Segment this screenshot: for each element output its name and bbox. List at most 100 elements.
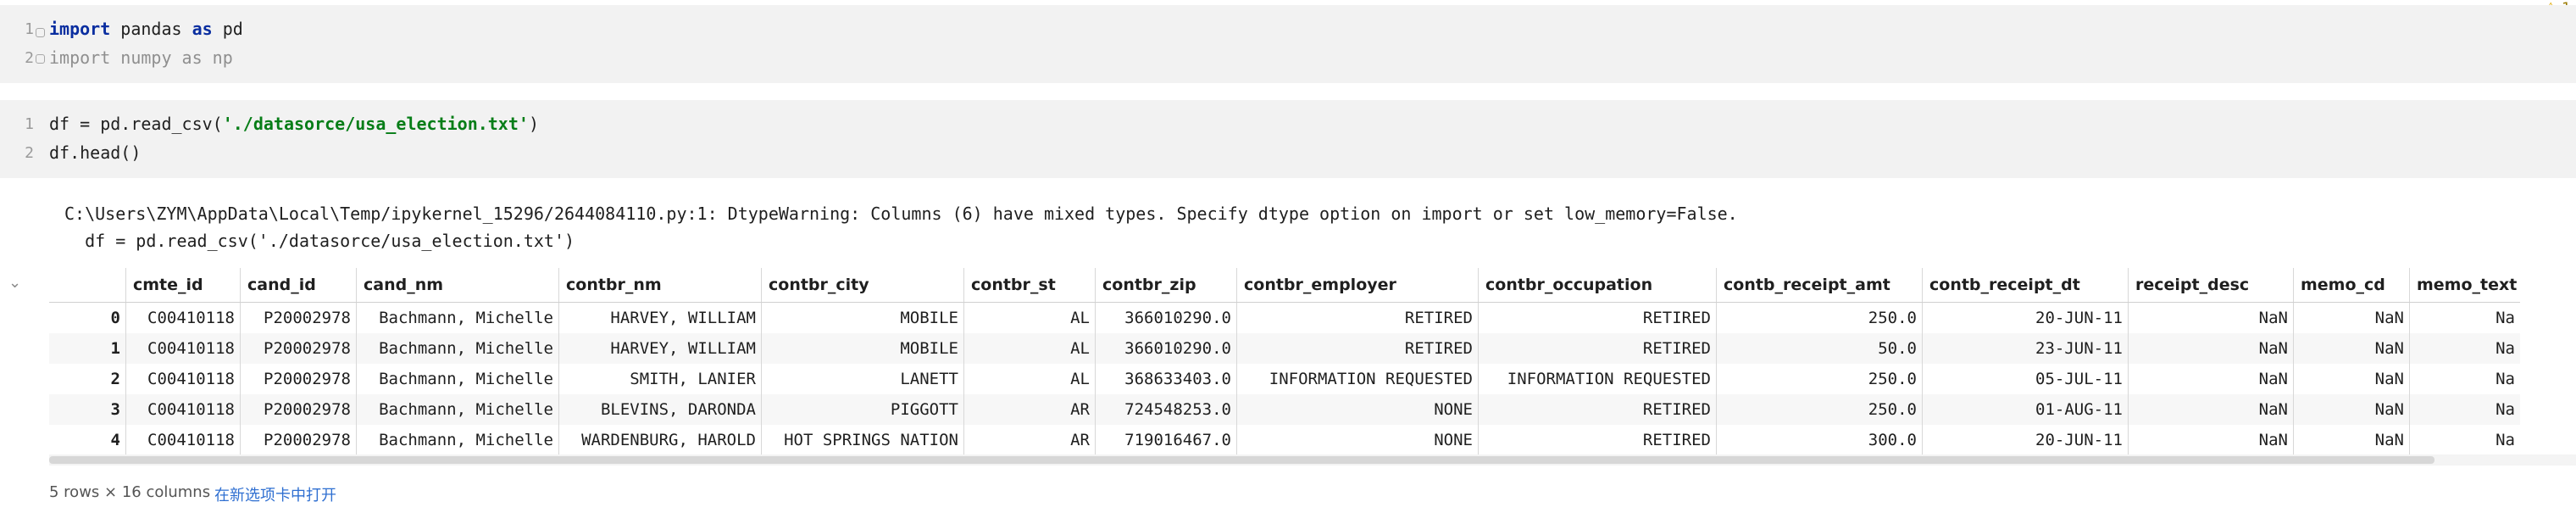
table-cell-memo-cd: NaN bbox=[2293, 302, 2410, 333]
open-in-new-tab-link[interactable]: 在新选项卡中打开 bbox=[214, 483, 336, 505]
table-cell-memo-cd: NaN bbox=[2293, 364, 2410, 394]
table-header-row: cmte_id cand_id cand_nm contbr_nm contbr_cit… bbox=[49, 268, 2520, 303]
table-cell-cand-nm: Bachmann, Michelle bbox=[356, 333, 559, 364]
table-cell-memo-text: Na bbox=[2409, 333, 2520, 364]
table-cell-contb-receipt-dt: 20-JUN-11 bbox=[1922, 302, 2129, 333]
table-cell-contbr-nm: WARDENBURG, HAROLD bbox=[558, 425, 762, 455]
table-row[interactable]: 0 C00410118 P20002978 Bachmann, Michelle HAR… bbox=[49, 302, 2520, 333]
table-cell-contbr-nm: BLEVINS, DARONDA bbox=[558, 394, 762, 425]
row-index-cell: 2 bbox=[49, 364, 126, 394]
column-header-cand-nm[interactable]: cand_nm bbox=[356, 268, 559, 303]
table-cell-receipt-desc: NaN bbox=[2128, 425, 2294, 455]
column-header-contb-receipt-dt[interactable]: contb_receipt_dt bbox=[1922, 268, 2129, 303]
column-header-receipt-desc[interactable]: receipt_desc bbox=[2128, 268, 2294, 303]
column-header-contbr-st[interactable]: contbr_st bbox=[963, 268, 1096, 303]
table-cell-contbr-occupation: INFORMATION REQUESTED bbox=[1478, 364, 1717, 394]
table-cell-contbr-employer: RETIRED bbox=[1236, 333, 1479, 364]
code-line-read-csv[interactable]: df = pd.read_csv('./datasorce/usa_electi… bbox=[49, 114, 539, 134]
fold-marker-icon[interactable] bbox=[36, 54, 45, 64]
table-cell-receipt-desc: NaN bbox=[2128, 302, 2294, 333]
column-header-contb-receipt-amt[interactable]: contb_receipt_amt bbox=[1716, 268, 1923, 303]
table-cell-cand-id: P20002978 bbox=[240, 425, 357, 455]
column-header-memo-cd[interactable]: memo_cd bbox=[2293, 268, 2410, 303]
code-line-import-pandas[interactable]: import pandas as pd bbox=[49, 19, 243, 39]
table-cell-contb-receipt-dt: 01-AUG-11 bbox=[1922, 394, 2129, 425]
column-header-contbr-occupation[interactable]: contbr_occupation bbox=[1478, 268, 1717, 303]
column-header-memo-text[interactable]: memo_text bbox=[2409, 268, 2520, 303]
table-cell-contbr-city: LANETT bbox=[761, 364, 964, 394]
table-cell-contb-receipt-amt: 50.0 bbox=[1716, 333, 1923, 364]
table-cell-receipt-desc: NaN bbox=[2128, 333, 2294, 364]
table-cell-memo-text: Na bbox=[2409, 394, 2520, 425]
horizontal-scrollbar-thumb[interactable] bbox=[49, 456, 2434, 464]
column-header-contbr-employer[interactable]: contbr_employer bbox=[1236, 268, 1479, 303]
table-cell-memo-cd: NaN bbox=[2293, 333, 2410, 364]
table-row[interactable]: 1 C00410118 P20002978 Bachmann, Michelle HAR… bbox=[49, 333, 2520, 364]
column-header-cmte-id[interactable]: cmte_id bbox=[125, 268, 241, 303]
table-cell-contbr-city: PIGGOTT bbox=[761, 394, 964, 425]
table-cell-cand-nm: Bachmann, Michelle bbox=[356, 394, 559, 425]
row-index-cell: 1 bbox=[49, 333, 126, 364]
dataframe-table[interactable]: cmte_id cand_id cand_nm contbr_nm contbr_cit… bbox=[49, 268, 2520, 455]
code-line-import-numpy[interactable]: import numpy as np bbox=[49, 47, 233, 68]
table-cell-cmte-id: C00410118 bbox=[125, 425, 241, 455]
output-collapse-chevron-icon[interactable]: ⌄ bbox=[8, 274, 21, 292]
table-cell-contbr-st: AR bbox=[963, 425, 1096, 455]
code-cell-read-csv[interactable]: 1 2 df = pd.read_csv('./datasorce/usa_el… bbox=[0, 100, 2576, 178]
line-number: 1 bbox=[25, 115, 34, 133]
table-cell-memo-text: Na bbox=[2409, 364, 2520, 394]
code-cell-imports[interactable]: 1 2 import pandas as pd import numpy as … bbox=[0, 5, 2576, 83]
table-shape-info: 5 rows × 16 columns bbox=[49, 483, 211, 501]
table-cell-contbr-city: MOBILE bbox=[761, 302, 964, 333]
dtype-warning-source-line: df = pd.read_csv('./datasorce/usa_electi… bbox=[64, 231, 575, 251]
table-cell-cmte-id: C00410118 bbox=[125, 364, 241, 394]
table-row[interactable]: 2 C00410118 P20002978 Bachmann, Michelle SMI… bbox=[49, 364, 2520, 394]
table-cell-contbr-nm: SMITH, LANIER bbox=[558, 364, 762, 394]
table-row[interactable]: 4 C00410118 P20002978 Bachmann, Michelle WAR… bbox=[49, 425, 2520, 455]
table-cell-contb-receipt-amt: 250.0 bbox=[1716, 394, 1923, 425]
table-cell-contbr-st: AL bbox=[963, 364, 1096, 394]
table-cell-contbr-employer: NONE bbox=[1236, 425, 1479, 455]
table-cell-cmte-id: C00410118 bbox=[125, 302, 241, 333]
fold-marker-icon[interactable] bbox=[36, 28, 45, 37]
line-number: 2 bbox=[25, 49, 34, 67]
line-number: 2 bbox=[25, 144, 34, 162]
code-line-df-head[interactable]: df.head() bbox=[49, 142, 141, 163]
table-cell-cmte-id: C00410118 bbox=[125, 333, 241, 364]
table-cell-contbr-employer: NONE bbox=[1236, 394, 1479, 425]
table-cell-cand-nm: Bachmann, Michelle bbox=[356, 425, 559, 455]
table-cell-contbr-st: AL bbox=[963, 333, 1096, 364]
column-header-contbr-nm[interactable]: contbr_nm bbox=[558, 268, 762, 303]
table-cell-contbr-city: MOBILE bbox=[761, 333, 964, 364]
column-header-contbr-city[interactable]: contbr_city bbox=[761, 268, 964, 303]
table-cell-contbr-st: AL bbox=[963, 302, 1096, 333]
table-cell-contb-receipt-dt: 23-JUN-11 bbox=[1922, 333, 2129, 364]
table-cell-contbr-st: AR bbox=[963, 394, 1096, 425]
table-cell-cand-id: P20002978 bbox=[240, 394, 357, 425]
table-cell-contbr-occupation: RETIRED bbox=[1478, 333, 1717, 364]
table-row[interactable]: 3 C00410118 P20002978 Bachmann, Michelle BLE… bbox=[49, 394, 2520, 425]
column-header-cand-id[interactable]: cand_id bbox=[240, 268, 357, 303]
table-cell-contbr-occupation: RETIRED bbox=[1478, 394, 1717, 425]
dtype-warning-text: C:\Users\ZYM\AppData\Local\Temp/ipykerne… bbox=[64, 204, 1738, 224]
table-cell-cand-nm: Bachmann, Michelle bbox=[356, 302, 559, 333]
table-cell-contb-receipt-dt: 20-JUN-11 bbox=[1922, 425, 2129, 455]
table-cell-contbr-employer: INFORMATION REQUESTED bbox=[1236, 364, 1479, 394]
column-header-contbr-zip[interactable]: contbr_zip bbox=[1095, 268, 1237, 303]
index-header[interactable] bbox=[49, 268, 126, 303]
table-cell-contb-receipt-amt: 250.0 bbox=[1716, 302, 1923, 333]
table-cell-cand-id: P20002978 bbox=[240, 333, 357, 364]
table-cell-memo-text: Na bbox=[2409, 425, 2520, 455]
table-cell-contb-receipt-amt: 250.0 bbox=[1716, 364, 1923, 394]
table-cell-memo-text: Na bbox=[2409, 302, 2520, 333]
table-cell-contbr-zip: 366010290.0 bbox=[1095, 302, 1237, 333]
table-cell-contbr-nm: HARVEY, WILLIAM bbox=[558, 302, 762, 333]
table-cell-contbr-nm: HARVEY, WILLIAM bbox=[558, 333, 762, 364]
table-cell-cmte-id: C00410118 bbox=[125, 394, 241, 425]
table-cell-cand-id: P20002978 bbox=[240, 364, 357, 394]
line-number: 1 bbox=[25, 20, 34, 38]
table-cell-contbr-zip: 366010290.0 bbox=[1095, 333, 1237, 364]
table-cell-cand-nm: Bachmann, Michelle bbox=[356, 364, 559, 394]
table-cell-memo-cd: NaN bbox=[2293, 394, 2410, 425]
table-cell-contb-receipt-amt: 300.0 bbox=[1716, 425, 1923, 455]
